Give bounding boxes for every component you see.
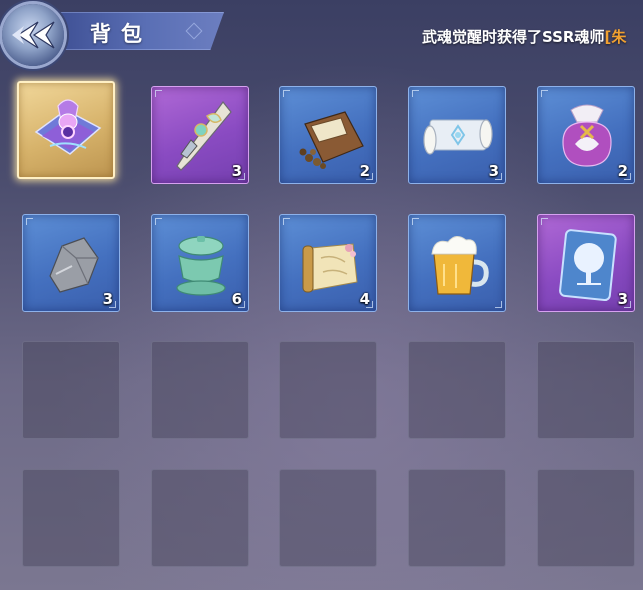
inventory-slot-empty[interactable] (151, 469, 249, 567)
item-quantity: 3 (488, 162, 499, 180)
ticker-highlight: [朱 (604, 28, 627, 46)
inventory-slot-empty[interactable] (537, 341, 635, 439)
inventory-slot-treasure-pouch[interactable]: 2 (537, 86, 635, 184)
seed-pouch-icon (299, 111, 364, 169)
item-quantity: 3 (617, 290, 628, 308)
inventory-slot-empty[interactable] (22, 469, 120, 567)
inventory-slot-scroll[interactable]: 3 (408, 86, 506, 184)
inventory-slot-empty[interactable] (408, 341, 506, 439)
teacup-icon (176, 236, 226, 296)
ore-stone-icon (49, 237, 99, 293)
inventory-slot-empty[interactable] (537, 469, 635, 567)
item-quantity: 2 (359, 162, 370, 180)
inventory-slot-empty[interactable] (22, 341, 120, 439)
inventory-slot-ore-stone[interactable]: 3 (22, 214, 120, 312)
item-quantity: 3 (102, 290, 113, 308)
inventory-header: 背包 武魂觉醒时获得了SSR魂师[朱 (0, 0, 643, 66)
inventory-slot-empty[interactable] (408, 469, 506, 567)
scroll-icon (423, 119, 493, 155)
announcement-ticker: 武魂觉醒时获得了SSR魂师[朱 (422, 26, 643, 48)
inventory-slot-map-scroll[interactable]: 4 (279, 214, 377, 312)
inventory-slot-seed-pouch[interactable]: 2 (279, 86, 377, 184)
beer-mug-icon (431, 236, 489, 295)
inventory-slot-empty[interactable] (151, 341, 249, 439)
ticker-text: 武魂觉醒时获得了SSR魂师 (422, 28, 605, 46)
ornament-icon (176, 101, 232, 171)
item-quantity: 6 (231, 290, 242, 308)
inventory-slot-jade-ornament[interactable]: 3 (151, 86, 249, 184)
title-plate: 背包 (54, 12, 224, 50)
spell-bundle-icon (34, 99, 102, 155)
treasure-pouch-icon (562, 104, 612, 167)
inventory-slot-purple-spell-bundle[interactable] (17, 81, 115, 179)
inventory-slot-empty[interactable] (279, 341, 377, 439)
back-emblem-icon[interactable] (2, 4, 64, 66)
map-scroll-icon (302, 243, 358, 293)
item-quantity: 2 (617, 162, 628, 180)
inventory-slot-tree-card[interactable]: 3 (537, 214, 635, 312)
inventory-slot-jade-teacup[interactable]: 6 (151, 214, 249, 312)
inventory-slot-beer-mug[interactable] (408, 214, 506, 312)
page-title: 背包 (90, 22, 152, 46)
tree-card-icon (559, 229, 617, 302)
inventory-slot-empty[interactable] (279, 469, 377, 567)
item-quantity: 4 (359, 290, 370, 308)
item-quantity: 3 (231, 162, 242, 180)
